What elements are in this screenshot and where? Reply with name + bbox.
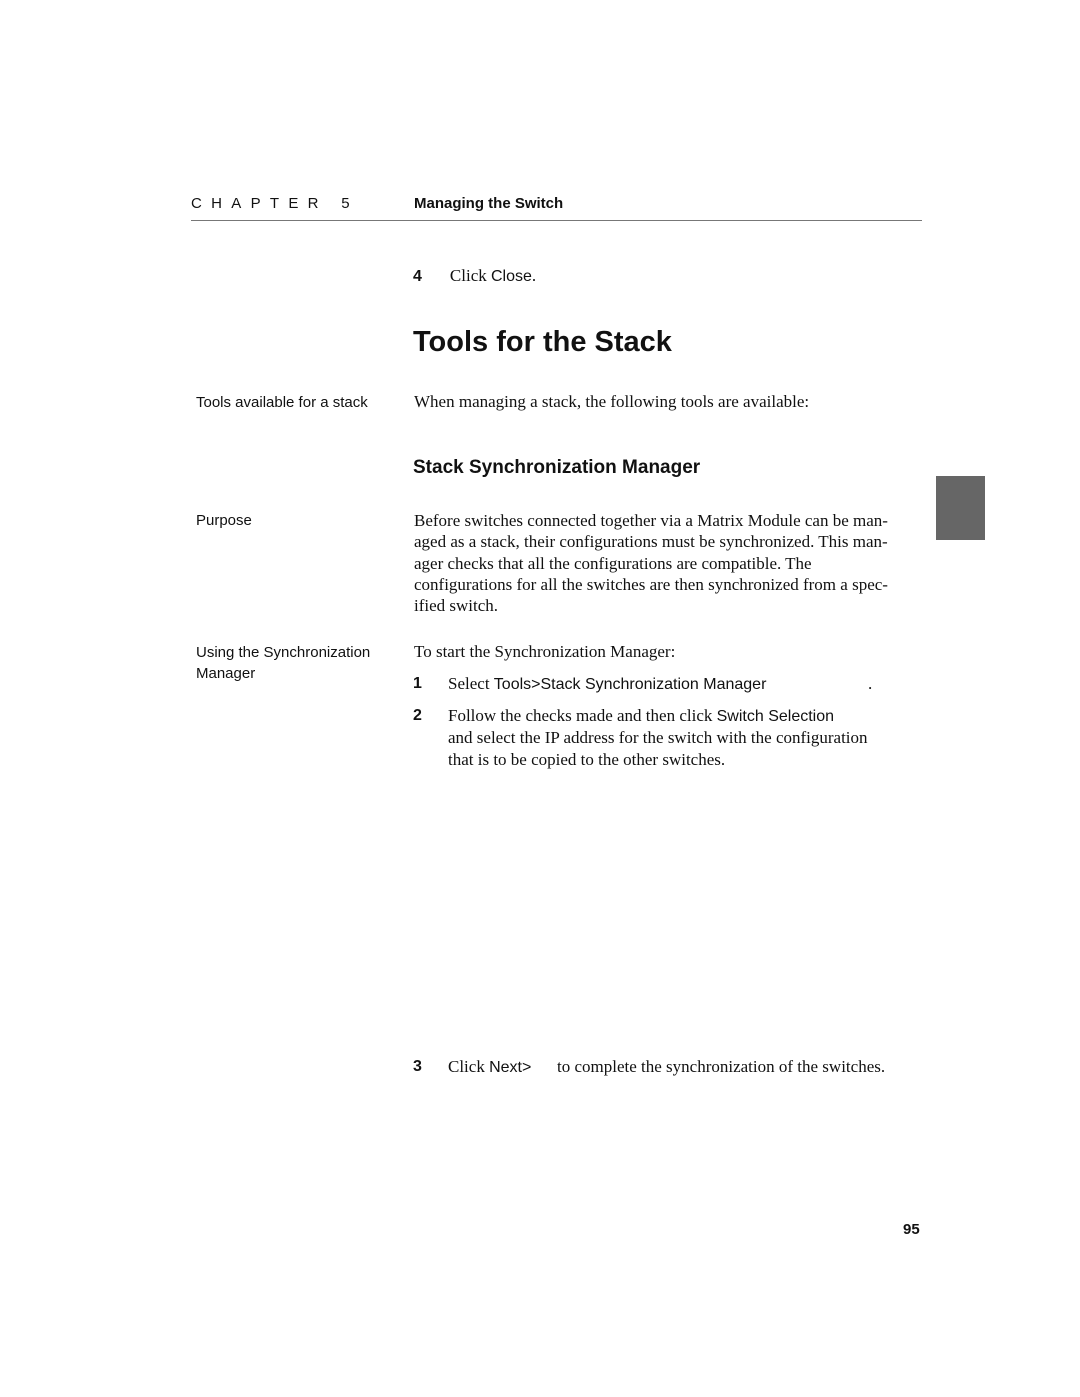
step-text-prefix: Follow the checks made and then click — [448, 706, 717, 725]
page-number: 95 — [903, 1221, 920, 1238]
chapter-label: CHAPTER 5 — [191, 195, 359, 212]
chapter-thumb-tab — [936, 476, 985, 540]
step-1: Select Tools>Stack Synchronization Manag… — [448, 674, 766, 694]
step-text-suffix: . — [531, 266, 537, 285]
step-continuation-line: and select the IP address for the switch… — [448, 728, 868, 748]
ui-label-menu-path: Tools>Stack Synchronization Manager — [493, 676, 767, 693]
purpose-line: aged as a stack, their configurations mu… — [414, 532, 888, 552]
purpose-line: Before switches connected together via a… — [414, 511, 888, 530]
step-number: 1 — [413, 675, 422, 692]
top-step: 4 Click Close. — [413, 266, 536, 286]
section-intro: When managing a stack, the following too… — [414, 392, 810, 411]
margin-note-using-line2: Manager — [196, 665, 256, 682]
chapter-title: Managing the Switch — [414, 195, 564, 212]
step-text-suffix: . — [868, 674, 873, 693]
step-number: 2 — [413, 707, 422, 724]
subsection-title: Stack Synchronization Manager — [413, 457, 701, 478]
step-number: 4 — [413, 268, 422, 285]
purpose-line: ified switch. — [414, 596, 499, 616]
using-intro: To start the Synchronization Manager: — [414, 642, 676, 661]
header-rule — [191, 220, 922, 221]
step-text-prefix: Click — [449, 266, 491, 285]
step-text-prefix: Click — [448, 1057, 490, 1076]
purpose-line: configurations for all the switches are … — [414, 574, 888, 594]
purpose-paragraph: Before switches connected together via a… — [414, 510, 924, 616]
step-2: Follow the checks made and then click Sw… — [448, 705, 868, 770]
margin-note-purpose: Purpose — [196, 512, 252, 529]
ui-label-next: Next> — [489, 1059, 532, 1076]
margin-note-tools: Tools available for a stack — [196, 394, 368, 411]
margin-note-using-line1: Using the Synchronization — [196, 644, 371, 661]
ui-label-switch-selection: Switch Selection — [716, 708, 835, 725]
ui-label-close: Close — [491, 268, 532, 285]
section-title: Tools for the Stack — [413, 326, 672, 358]
step-text-suffix: to complete the synchronization of the s… — [557, 1057, 886, 1076]
step-number: 3 — [413, 1058, 422, 1075]
step-3: Click Next> — [448, 1057, 531, 1077]
purpose-line: ager checks that all the configurations … — [414, 553, 812, 573]
step-continuation-line: that is to be copied to the other switch… — [448, 749, 726, 769]
step-text-prefix: Select — [448, 674, 494, 693]
